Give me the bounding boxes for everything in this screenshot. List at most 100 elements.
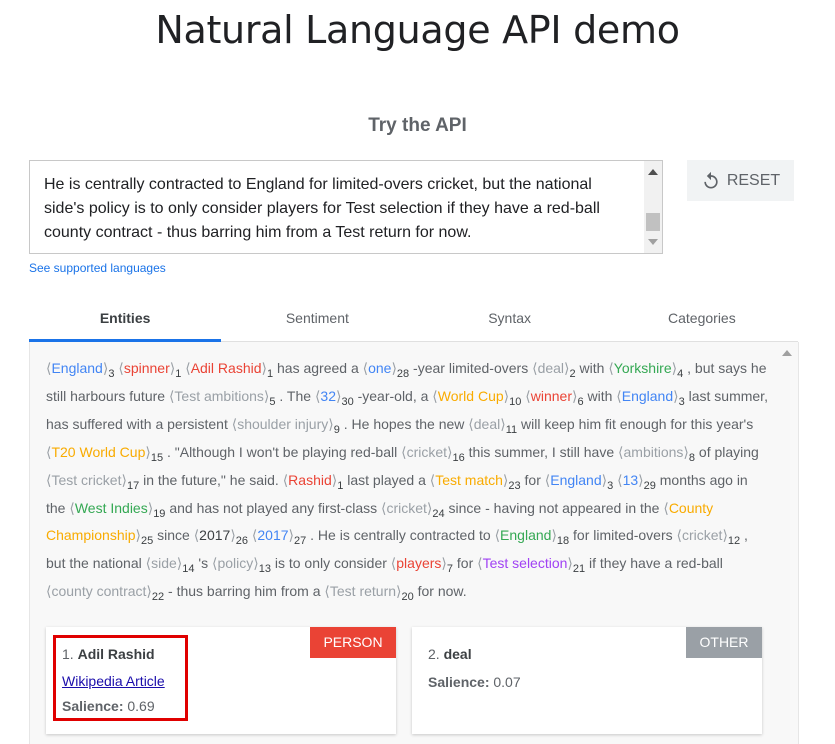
- entity-mention[interactable]: ⟨England⟩3: [545, 471, 613, 492]
- entity-mention-index: 16: [452, 451, 465, 464]
- entity-name: Adil Rashid: [77, 646, 155, 662]
- entity-mention[interactable]: ⟨shoulder injury⟩9: [232, 415, 340, 436]
- entity-mention[interactable]: ⟨cricket⟩12: [677, 527, 741, 547]
- entity-title: 2. deal: [428, 646, 472, 662]
- entity-mention-index: 18: [556, 535, 570, 548]
- reset-icon: [704, 171, 718, 188]
- section-title: Try the API: [368, 115, 467, 136]
- entity-mention-text: winner: [530, 387, 572, 404]
- entity-mention-index: 28: [396, 368, 410, 380]
- scroll-down-arrow-icon[interactable]: [648, 239, 658, 245]
- entity-mention[interactable]: ⟨cricket⟩24: [381, 499, 445, 520]
- entity-mention-text: 2017: [257, 527, 289, 544]
- entity-mention-index: 7: [446, 563, 453, 576]
- panel-scroll-up-arrow-icon[interactable]: [782, 350, 792, 356]
- entity-mention-text: cricket: [386, 499, 427, 516]
- entity-mention[interactable]: ⟨players⟩7: [391, 555, 453, 575]
- entity-mention-text: 2017: [199, 527, 231, 544]
- entity-mention[interactable]: ⟨deal⟩2: [532, 360, 576, 380]
- salience-value: 0.07: [493, 674, 521, 690]
- entity-mention-index: 4: [677, 368, 684, 380]
- entity-mention-text: county contract: [51, 583, 147, 600]
- entity-mention[interactable]: ⟨2017⟩27: [252, 527, 306, 547]
- entity-mention[interactable]: ⟨England⟩3: [46, 360, 114, 380]
- entity-mention-text: shoulder injury: [237, 415, 329, 432]
- entity-mention-text: Test selection: [482, 555, 568, 572]
- tab-syntax[interactable]: Syntax: [414, 300, 606, 341]
- entity-mention-index: 1: [266, 368, 274, 380]
- entity-mention[interactable]: ⟨Test selection⟩21: [477, 555, 585, 575]
- tab-entities[interactable]: Entities: [29, 300, 222, 342]
- text-input-area[interactable]: He is centrally contracted to England fo…: [29, 160, 663, 254]
- entity-mention[interactable]: ⟨England⟩18: [495, 527, 570, 547]
- entity-mention-text: spinner: [123, 360, 170, 376]
- scroll-thumb[interactable]: [646, 213, 660, 231]
- entity-type-badge: OTHER: [686, 627, 762, 658]
- entity-mention-index: 3: [678, 395, 685, 408]
- reset-button-label: RESET: [726, 171, 781, 189]
- entity-mention-index: 5: [269, 395, 276, 408]
- entity-mention-index: 25: [140, 535, 154, 548]
- entity-mention[interactable]: ⟨World Cup⟩10: [432, 387, 521, 408]
- entity-mention[interactable]: ⟨Adil Rashid⟩1: [185, 360, 273, 380]
- entity-mention[interactable]: ⟨Test match⟩23: [430, 471, 521, 492]
- entity-mention[interactable]: ⟨2017⟩26: [194, 527, 248, 547]
- entity-mention-index: 23: [508, 479, 521, 492]
- entity-mention[interactable]: ⟨Test cricket⟩17: [46, 472, 139, 492]
- entity-mention[interactable]: ⟨winner⟩6: [525, 387, 583, 408]
- entity-type-badge: PERSON: [310, 627, 396, 658]
- salience-label: Salience:: [428, 674, 490, 690]
- entity-mention[interactable]: ⟨England⟩3: [616, 388, 684, 408]
- reset-button[interactable]: RESET: [687, 160, 794, 201]
- entity-mention-index: 6: [577, 395, 584, 408]
- entity-card: PERSON 1. Adil Rashid Wikipedia Article …: [46, 627, 396, 734]
- supported-languages-link[interactable]: See supported languages: [29, 261, 166, 275]
- entity-mention-text: West Indies: [74, 499, 148, 516]
- entity-mention-index: 30: [341, 395, 354, 408]
- entity-mention-text: Adil Rashid: [190, 360, 262, 376]
- entity-mention[interactable]: ⟨T20 World Cup⟩15: [46, 443, 163, 464]
- entity-mention[interactable]: ⟨policy⟩13: [212, 555, 271, 575]
- entity-mention-index: 14: [182, 563, 195, 576]
- entity-mention[interactable]: ⟨spinner⟩1: [118, 360, 181, 380]
- entity-salience: Salience: 0.07: [428, 674, 521, 690]
- entity-mention-text: deal: [473, 415, 501, 432]
- entity-mention[interactable]: ⟨cricket⟩16: [401, 443, 465, 464]
- entity-mention-index: 8: [688, 451, 696, 464]
- entity-mention-index: 15: [150, 451, 164, 464]
- entity-mention[interactable]: ⟨one⟩28: [363, 360, 410, 380]
- scroll-up-arrow-icon[interactable]: [648, 169, 658, 175]
- entity-mention-text: Test match: [435, 471, 503, 488]
- entity-mention[interactable]: ⟨Test ambitions⟩5: [169, 388, 276, 408]
- entity-mention-index: 3: [108, 368, 115, 380]
- entity-mention[interactable]: ⟨county contract⟩22: [46, 583, 164, 603]
- analysis-tabs: Entities Sentiment Syntax Categories: [29, 300, 798, 342]
- salience-label: Salience:: [62, 698, 124, 714]
- tab-categories[interactable]: Categories: [606, 300, 798, 341]
- entity-mention[interactable]: ⟨deal⟩11: [468, 415, 517, 436]
- textarea-scrollbar[interactable]: [644, 161, 662, 253]
- entity-mention-text: one: [368, 360, 392, 376]
- text-input-value[interactable]: He is centrally contracted to England fo…: [44, 173, 629, 245]
- entity-mention-text: T20 World Cup: [51, 443, 146, 460]
- entity-mention[interactable]: ⟨Yorkshire⟩4: [608, 360, 683, 380]
- entity-mention[interactable]: ⟨West Indies⟩19: [69, 499, 165, 520]
- entity-mention-text: World Cup: [437, 387, 504, 404]
- entity-mention-index: 19: [153, 507, 166, 520]
- tab-sentiment[interactable]: Sentiment: [221, 300, 413, 341]
- entity-mention-text: ambitions: [623, 443, 684, 460]
- entity-mention-text: England: [550, 471, 602, 488]
- page-title: Natural Language API demo: [155, 8, 680, 52]
- entity-mention[interactable]: ⟨ambitions⟩8: [618, 443, 695, 464]
- entity-mention-text: cricket: [406, 443, 448, 460]
- entity-mention-index: 3: [607, 479, 614, 492]
- entity-mention-text: side: [151, 555, 177, 572]
- entity-mention[interactable]: ⟨13⟩29: [617, 472, 656, 492]
- wikipedia-article-link[interactable]: Wikipedia Article: [62, 673, 165, 689]
- entity-mention[interactable]: ⟨Rashid⟩1: [283, 472, 344, 492]
- entity-mention[interactable]: ⟨32⟩30: [315, 388, 354, 408]
- entities-results-panel: ⟨England⟩3 ⟨spinner⟩1 ⟨Adil Rashid⟩1 has…: [29, 342, 799, 744]
- entity-mention[interactable]: ⟨Test return⟩20: [324, 583, 413, 603]
- entity-mention-index: 22: [151, 591, 165, 604]
- entity-mention[interactable]: ⟨side⟩14: [146, 555, 195, 575]
